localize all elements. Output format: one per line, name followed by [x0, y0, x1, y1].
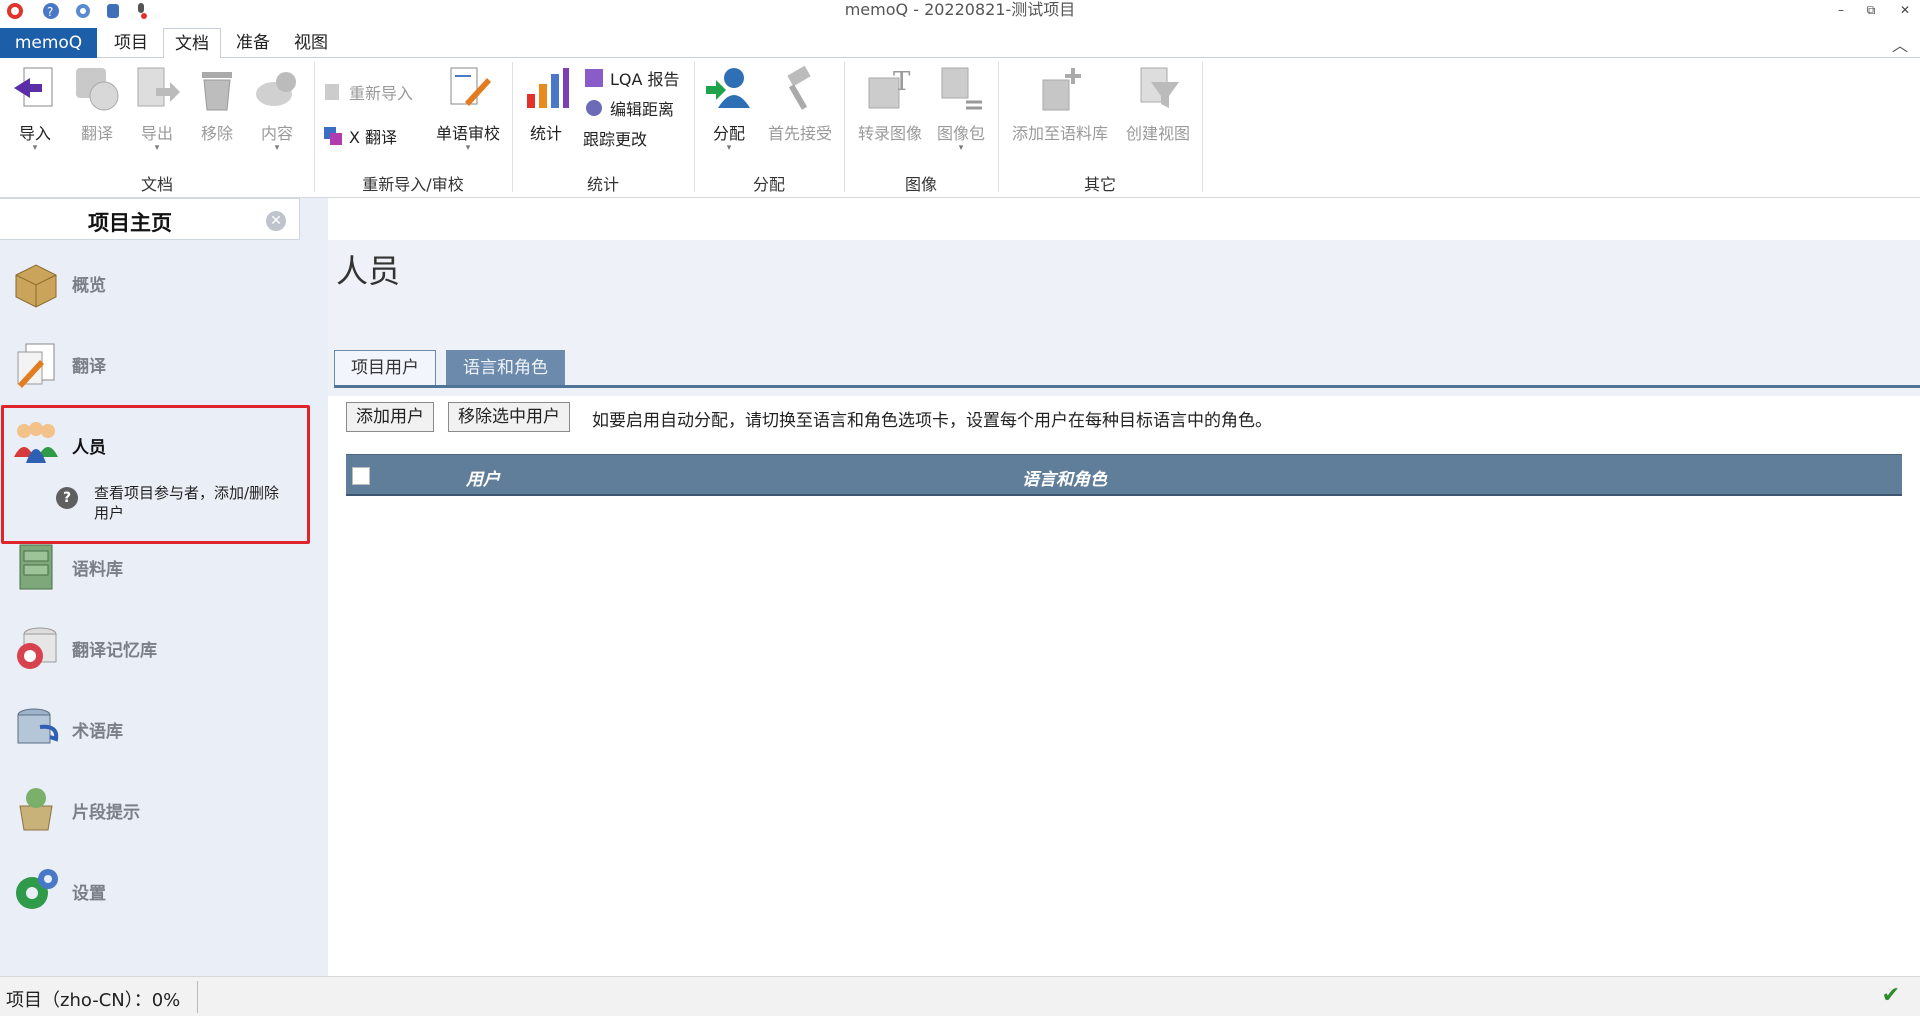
- remove-selected-user-button[interactable]: 移除选中用户: [448, 402, 570, 432]
- app-menu-button[interactable]: memoQ: [0, 28, 97, 58]
- project-home-panel: 项目主页 ✕ 概览 翻译 人员 ? 查看项目参与者，添加/删除用户 语料库 翻译…: [0, 198, 328, 976]
- nav-item-translation-memories[interactable]: 翻译记忆库: [0, 610, 310, 688]
- muse-icon: [19, 788, 53, 831]
- termbase-icon: [17, 708, 59, 744]
- content-button[interactable]: 内容 ▾: [250, 64, 304, 153]
- lqa-report-button[interactable]: LQA 报告: [583, 66, 680, 90]
- assign-button[interactable]: 分配 ▾: [700, 64, 758, 153]
- tab-languages-roles[interactable]: 语言和角色: [446, 350, 565, 386]
- bar-chart-icon: [527, 68, 569, 108]
- tab-underline: [334, 385, 1920, 388]
- add-cabinet-icon: [1042, 68, 1081, 111]
- transcribe-image-icon: T: [868, 67, 911, 109]
- track-changes-button[interactable]: 跟踪更改: [583, 126, 647, 150]
- select-all-checkbox[interactable]: [352, 467, 370, 485]
- collapse-ribbon-icon[interactable]: ︿: [1892, 32, 1908, 56]
- tab-documents[interactable]: 文档: [163, 28, 221, 59]
- nav-item-termbases[interactable]: 术语库: [0, 691, 310, 769]
- first-accept-button[interactable]: 首先接受: [762, 64, 838, 144]
- window-title: memoQ - 20220821-测试项目: [844, 0, 1076, 19]
- translate-button[interactable]: 翻译: [70, 64, 124, 144]
- column-header-languages-roles[interactable]: 语言和角色: [1022, 465, 1107, 490]
- x-translate-icon: [324, 127, 342, 145]
- ribbon: 导入 ▾ 翻译 导出 ▾ 移除 内容 ▾ 文档 重新导入 X 翻译 单语审校 ▾ 重新导…: [0, 58, 1920, 198]
- close-panel-icon[interactable]: ✕: [266, 211, 286, 231]
- cabinet-icon: [19, 544, 53, 590]
- group-label-image: 图像: [904, 175, 937, 194]
- reimport-icon: [325, 84, 339, 100]
- tab-project-users[interactable]: 项目用户: [334, 350, 436, 386]
- ribbon-tabs: memoQ 项目 文档 准备 视图 ︿: [0, 28, 1920, 59]
- minimize-button[interactable]: –: [1829, 1, 1853, 19]
- lqa-icon: [585, 69, 603, 87]
- group-label-reimport: 重新导入/审校: [362, 175, 464, 194]
- gavel-icon: [787, 65, 811, 110]
- add-to-corpus-button[interactable]: 添加至语料库: [1004, 64, 1116, 144]
- tab-prepare[interactable]: 准备: [228, 28, 278, 58]
- edit-distance-icon: [586, 100, 602, 116]
- transcribe-image-button[interactable]: T 转录图像: [852, 64, 928, 144]
- status-bar: 项目（zho-CN）：0% ✔: [0, 976, 1920, 1016]
- people-pane: 人员 项目用户 语言和角色 添加用户 移除选中用户 如要启用自动分配，请切换至语…: [328, 240, 1920, 976]
- image-package-button[interactable]: 图像包 ▾: [932, 64, 990, 153]
- translate-icon: [76, 68, 119, 111]
- x-translate-button[interactable]: X 翻译: [322, 124, 397, 148]
- auto-assign-hint: 如要启用自动分配，请切换至语言和角色选项卡，设置每个用户在每种目标语言中的角色。: [592, 411, 1272, 431]
- group-separator: [1202, 62, 1203, 192]
- status-separator: [197, 981, 198, 1013]
- project-status-text: 项目（zho-CN）：0%: [6, 990, 181, 1011]
- export-icon: [137, 67, 180, 107]
- reimport-button[interactable]: 重新导入: [322, 80, 413, 104]
- monolingual-review-button[interactable]: 单语审校 ▾: [430, 64, 506, 153]
- group-label-statistics: 统计: [586, 175, 619, 194]
- edit-distance-button[interactable]: 编辑距离: [583, 96, 674, 120]
- pane-header-background: [328, 240, 1920, 396]
- restore-button[interactable]: ⧉: [1859, 1, 1883, 19]
- group-label-other: 其它: [1083, 175, 1116, 194]
- svg-text:T: T: [893, 67, 911, 97]
- create-view-button[interactable]: 创建视图: [1120, 64, 1196, 144]
- package-icon: [15, 264, 57, 308]
- nav-item-overview[interactable]: 概览: [0, 245, 310, 323]
- tab-view[interactable]: 视图: [286, 28, 336, 58]
- nav-item-settings[interactable]: 设置: [0, 853, 310, 931]
- translate-doc-icon: [17, 343, 55, 388]
- import-icon: [14, 67, 53, 107]
- tab-project[interactable]: 项目: [106, 28, 156, 58]
- title-bar: ? memoQ - 20220821-测试项目 – ⧉ ✕: [0, 0, 1920, 22]
- nav-item-translations[interactable]: 翻译: [0, 326, 310, 404]
- funnel-icon: [1140, 67, 1179, 108]
- column-header-user[interactable]: 用户: [466, 465, 500, 490]
- nav-item-muses[interactable]: 片段提示: [0, 772, 310, 850]
- tm-icon: [17, 627, 57, 669]
- image-package-icon: [941, 67, 982, 110]
- export-button[interactable]: 导出 ▾: [130, 64, 184, 153]
- remove-button[interactable]: 移除: [190, 64, 244, 144]
- trash-icon: [202, 72, 232, 111]
- close-window-button[interactable]: ✕: [1893, 1, 1917, 19]
- selection-highlight: [1, 405, 310, 544]
- document-pencil-icon: [450, 67, 491, 106]
- page-title: 人员: [336, 252, 401, 290]
- assign-user-icon: [706, 68, 750, 108]
- check-icon: ✔: [1881, 983, 1900, 1008]
- import-button[interactable]: 导入 ▾: [8, 64, 62, 153]
- panel-header: 项目主页 ✕: [0, 198, 300, 240]
- add-user-button[interactable]: 添加用户: [346, 402, 434, 432]
- settings-icon: [16, 869, 58, 909]
- group-label-assignment: 分配: [752, 175, 785, 194]
- users-table-header: 用户 语言和角色: [346, 454, 1902, 496]
- statistics-button[interactable]: 统计: [518, 64, 574, 144]
- cloud-gear-icon: [256, 72, 296, 106]
- group-label-documents: 文档: [140, 175, 173, 194]
- panel-title: 项目主页: [88, 211, 172, 235]
